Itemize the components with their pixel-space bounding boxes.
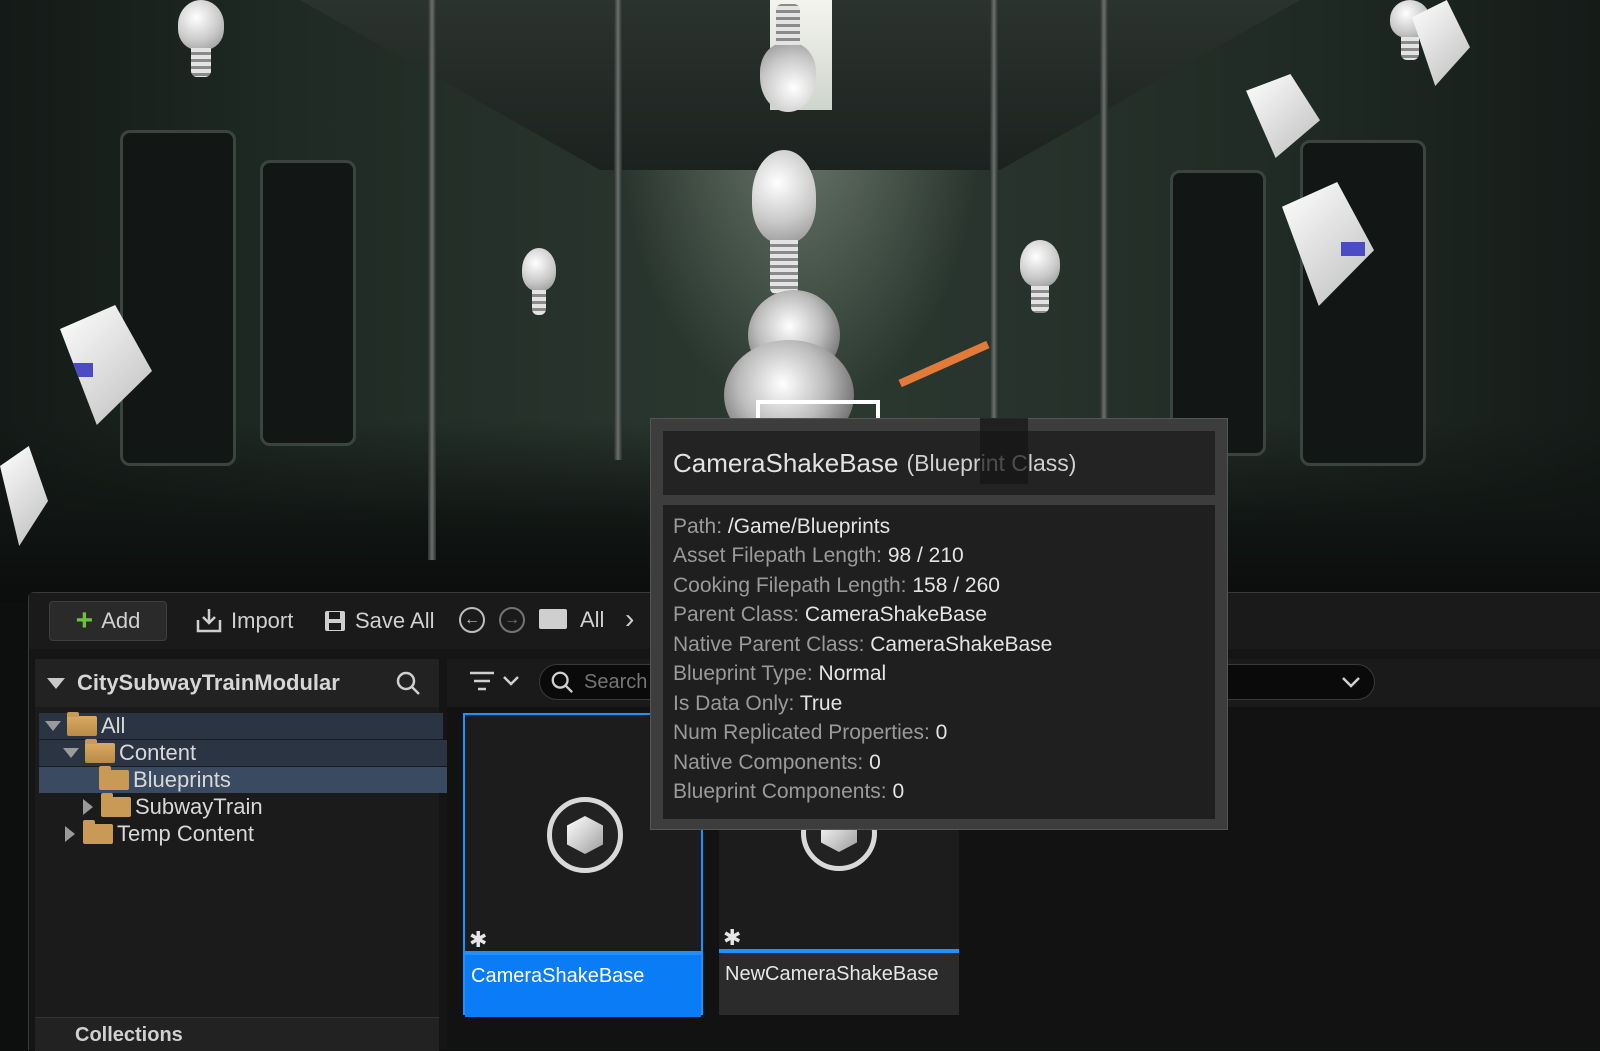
folder-open-icon xyxy=(67,712,97,736)
asset-name: CameraShakeBase xyxy=(465,955,701,1017)
tooltip-row: Native Parent Class: CameraShakeBase xyxy=(673,633,1053,656)
tree-item-label: Temp Content xyxy=(117,821,254,846)
tooltip-title: CameraShakeBase xyxy=(673,447,899,478)
path-chevron-icon[interactable]: › xyxy=(625,603,634,635)
forward-arrow-icon[interactable]: → xyxy=(499,607,525,633)
tree-item-label: SubwayTrain xyxy=(135,794,263,819)
expand-arrow-icon[interactable] xyxy=(63,748,79,758)
handrail-pole xyxy=(990,0,998,460)
folder-icon xyxy=(99,766,129,790)
tooltip-body: Path: /Game/Blueprints Asset Filepath Le… xyxy=(663,505,1215,819)
handrail-pole xyxy=(614,0,622,460)
point-light-icon[interactable] xyxy=(760,0,816,112)
chevron-down-icon[interactable] xyxy=(1342,676,1360,688)
tree-item-label: Blueprints xyxy=(133,767,231,792)
expand-arrow-icon[interactable] xyxy=(45,721,61,731)
left-door-2 xyxy=(260,160,356,446)
tooltip-row: Native Components: 0 xyxy=(673,751,881,774)
sources-title: CitySubwayTrainModular xyxy=(77,670,340,695)
point-light-icon[interactable] xyxy=(178,0,224,80)
expand-arrow-icon[interactable] xyxy=(83,799,93,815)
tooltip-header: CameraShakeBase (Blueprint Class) xyxy=(663,431,1215,495)
dirty-marker-icon: ✱ xyxy=(723,925,742,950)
save-all-button[interactable]: Save All xyxy=(313,601,445,641)
import-button[interactable]: Import xyxy=(185,601,303,641)
add-label: Add xyxy=(101,608,141,633)
right-door xyxy=(1170,170,1266,456)
point-light-icon[interactable] xyxy=(1020,240,1060,316)
sources-header[interactable]: CitySubwayTrainModular xyxy=(35,659,439,707)
dirty-marker-icon: ✱ xyxy=(469,927,488,952)
tooltip-row: Blueprint Type: Normal xyxy=(673,662,887,685)
tree-item-temp-content[interactable]: Temp Content xyxy=(39,820,463,847)
tree-item-label: Content xyxy=(119,740,197,765)
tooltip-row: Path: /Game/Blueprints xyxy=(673,515,891,538)
tree-item-blueprints[interactable]: Blueprints xyxy=(39,766,497,793)
blueprint-class-icon xyxy=(547,797,623,873)
point-light-icon[interactable] xyxy=(522,248,556,318)
tooltip-row: Is Data Only: True xyxy=(673,692,843,715)
import-label: Import xyxy=(231,608,294,633)
tree-item-all[interactable]: All xyxy=(39,712,443,739)
folder-icon xyxy=(101,793,131,817)
point-light-icon[interactable] xyxy=(752,150,816,300)
collapse-arrow-icon[interactable] xyxy=(47,677,65,689)
sources-panel: CitySubwayTrainModular All Content Bluep… xyxy=(35,659,497,1051)
folder-icon[interactable] xyxy=(539,609,567,629)
expand-arrow-icon[interactable] xyxy=(65,826,75,842)
path-segment-all[interactable]: All xyxy=(580,607,604,633)
orange-arrow-gizmo[interactable] xyxy=(898,340,990,388)
save-all-label: Save All xyxy=(355,608,435,633)
tooltip-row: Num Replicated Properties: 0 xyxy=(673,721,948,744)
tooltip-row: Cooking Filepath Length: 158 / 260 xyxy=(673,574,1000,597)
back-arrow-icon[interactable]: ← xyxy=(459,607,485,633)
tooltip-row: Parent Class: CameraShakeBase xyxy=(673,603,988,626)
filter-icon[interactable] xyxy=(469,671,495,693)
add-button[interactable]: + Add xyxy=(49,601,167,641)
plus-icon: + xyxy=(75,604,94,637)
save-icon xyxy=(325,611,345,631)
collections-header[interactable]: Collections xyxy=(35,1017,439,1051)
folder-open-icon xyxy=(85,739,115,763)
asset-name: NewCameraShakeBase xyxy=(719,953,959,1015)
performance-stats-overlay xyxy=(980,418,1028,484)
folder-icon xyxy=(83,820,113,844)
tooltip-row: Blueprint Components: 0 xyxy=(673,780,905,803)
tree-item-subwaytrain[interactable]: SubwayTrain xyxy=(39,793,481,820)
chevron-down-icon[interactable] xyxy=(503,675,519,687)
tooltip-row: Asset Filepath Length: 98 / 210 xyxy=(673,544,964,567)
search-icon xyxy=(551,671,573,693)
tree-item-content[interactable]: Content xyxy=(39,739,461,766)
import-icon xyxy=(196,609,222,633)
handrail-pole xyxy=(428,0,436,560)
left-door xyxy=(120,130,236,466)
asset-tooltip: CameraShakeBase (Blueprint Class) Path: … xyxy=(650,418,1228,830)
tree-item-label: All xyxy=(101,713,126,738)
search-icon[interactable] xyxy=(395,670,421,696)
collections-label: Collections xyxy=(75,1024,183,1046)
